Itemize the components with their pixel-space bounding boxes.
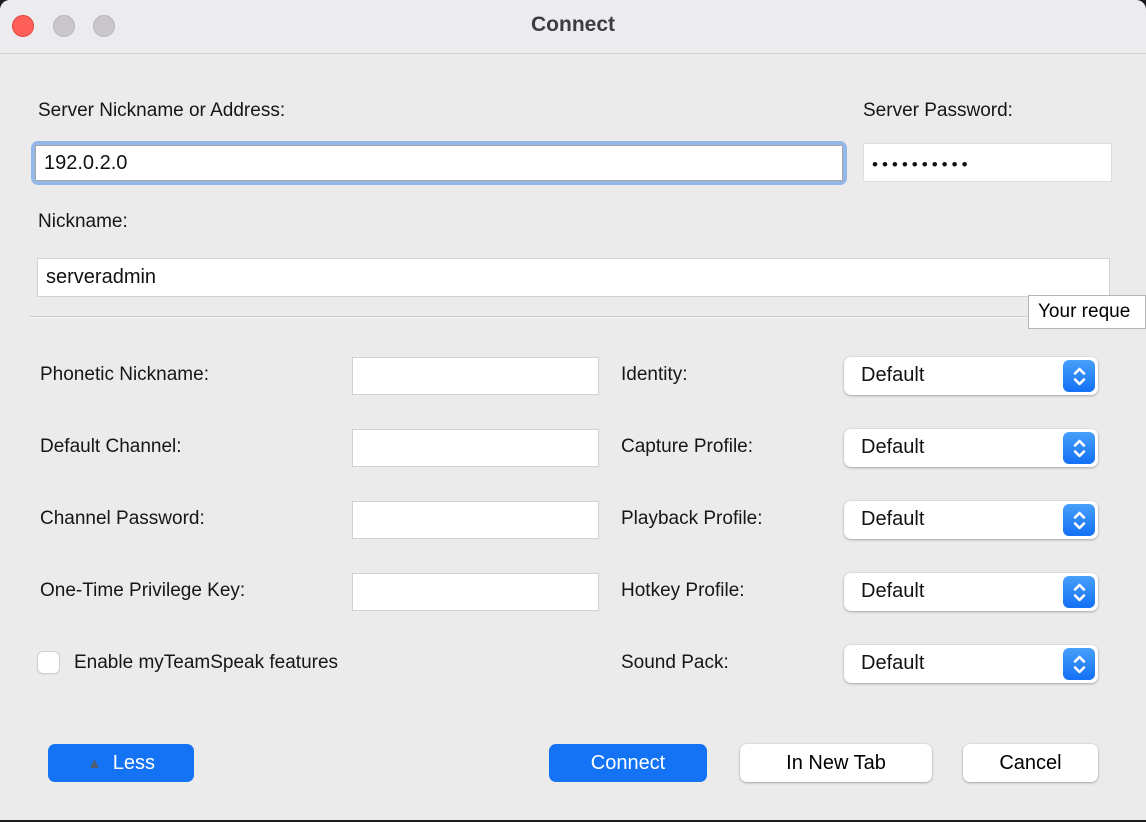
hotkey-profile-label: Hotkey Profile:	[621, 580, 745, 602]
channel-password-input[interactable]	[352, 501, 599, 539]
server-address-focus-ring	[31, 141, 847, 185]
in-new-tab-button-label: In New Tab	[786, 752, 886, 774]
stepper-icon	[1063, 504, 1095, 536]
cancel-button-label: Cancel	[999, 752, 1061, 774]
sound-pack-dropdown-value: Default	[861, 652, 924, 675]
privilege-key-input[interactable]	[352, 573, 599, 611]
privilege-key-label: One-Time Privilege Key:	[40, 580, 245, 602]
cancel-button[interactable]: Cancel	[963, 744, 1098, 782]
phonetic-nickname-label: Phonetic Nickname:	[40, 364, 209, 386]
myteamspeak-checkbox[interactable]	[37, 651, 60, 674]
identity-label: Identity:	[621, 364, 688, 386]
connect-dialog: Connect Server Nickname or Address: Serv…	[0, 0, 1146, 820]
playback-profile-label: Playback Profile:	[621, 508, 763, 530]
playback-profile-dropdown-value: Default	[861, 508, 924, 531]
capture-profile-label: Capture Profile:	[621, 436, 753, 458]
nickname-input[interactable]	[37, 258, 1110, 297]
less-button-label: Less	[113, 752, 155, 774]
triangle-up-icon: ▲	[87, 755, 102, 772]
stepper-icon	[1063, 432, 1095, 464]
connect-button[interactable]: Connect	[549, 744, 707, 782]
tooltip: Your reque	[1028, 295, 1146, 329]
myteamspeak-label: Enable myTeamSpeak features	[74, 652, 338, 674]
hotkey-profile-dropdown-value: Default	[861, 580, 924, 603]
title-bar: Connect	[0, 0, 1146, 54]
sound-pack-dropdown[interactable]: Default	[844, 645, 1098, 683]
channel-password-label: Channel Password:	[40, 508, 205, 530]
window-title: Connect	[0, 13, 1146, 37]
stepper-icon	[1063, 360, 1095, 392]
hotkey-profile-dropdown[interactable]: Default	[844, 573, 1098, 611]
nickname-label: Nickname:	[38, 211, 128, 233]
identity-dropdown[interactable]: Default	[844, 357, 1098, 395]
sound-pack-label: Sound Pack:	[621, 652, 729, 674]
playback-profile-dropdown[interactable]: Default	[844, 501, 1098, 539]
less-button[interactable]: ▲ Less	[48, 744, 194, 782]
section-divider	[30, 316, 1146, 318]
server-password-label: Server Password:	[863, 100, 1013, 122]
in-new-tab-button[interactable]: In New Tab	[740, 744, 932, 782]
server-address-label: Server Nickname or Address:	[38, 100, 285, 122]
default-channel-input[interactable]	[352, 429, 599, 467]
default-channel-label: Default Channel:	[40, 436, 182, 458]
stepper-icon	[1063, 648, 1095, 680]
identity-dropdown-value: Default	[861, 364, 924, 387]
phonetic-nickname-input[interactable]	[352, 357, 599, 395]
capture-profile-dropdown-value: Default	[861, 436, 924, 459]
stepper-icon	[1063, 576, 1095, 608]
server-password-input[interactable]	[863, 143, 1112, 182]
server-address-input[interactable]	[35, 145, 843, 181]
capture-profile-dropdown[interactable]: Default	[844, 429, 1098, 467]
connect-button-label: Connect	[591, 752, 666, 774]
